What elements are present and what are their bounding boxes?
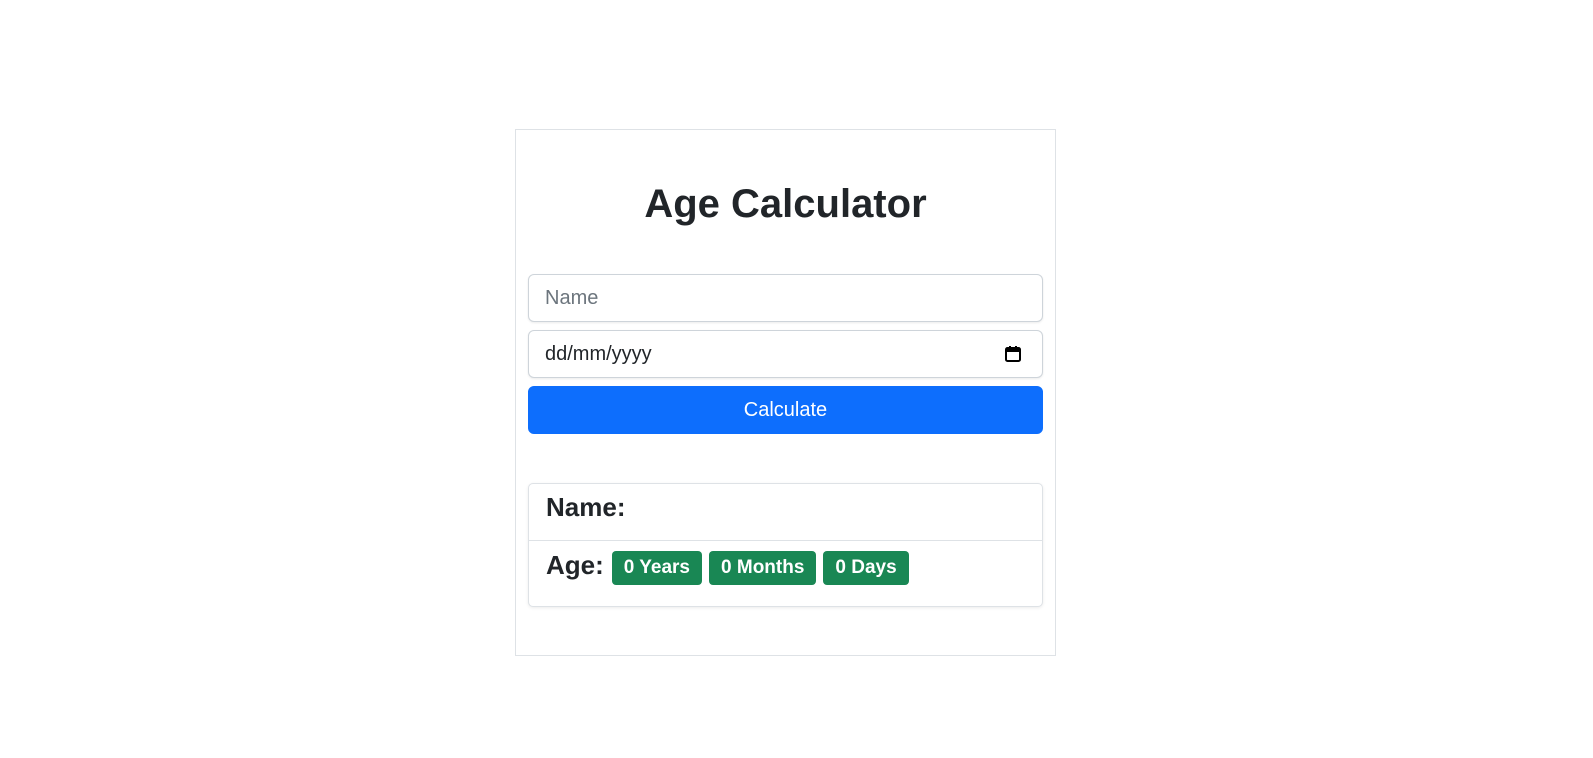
name-result-label: Name: (546, 492, 626, 522)
result-panel: Name: Age: 0 Years 0 Months 0 Days (528, 483, 1043, 607)
days-badge: 0 Days (823, 551, 909, 585)
name-input[interactable] (545, 275, 1026, 321)
date-of-birth-field[interactable]: dd/mm/yyyy (528, 330, 1043, 378)
age-calculator-card: Age Calculator dd/mm/yyyy Calculate Name… (515, 129, 1056, 656)
date-placeholder: dd/mm/yyyy (545, 342, 652, 365)
result-age-row: Age: 0 Years 0 Months 0 Days (529, 541, 1042, 607)
age-result-label: Age: (546, 550, 604, 580)
years-badge: 0 Years (611, 551, 703, 585)
result-name-row: Name: (529, 484, 1042, 541)
page-title: Age Calculator (644, 182, 927, 226)
calculate-button[interactable]: Calculate (528, 386, 1043, 434)
months-badge: 0 Months (709, 551, 817, 585)
age-badges: 0 Years 0 Months 0 Days (611, 551, 916, 585)
name-field[interactable] (528, 274, 1043, 322)
calendar-icon[interactable] (1004, 345, 1022, 363)
